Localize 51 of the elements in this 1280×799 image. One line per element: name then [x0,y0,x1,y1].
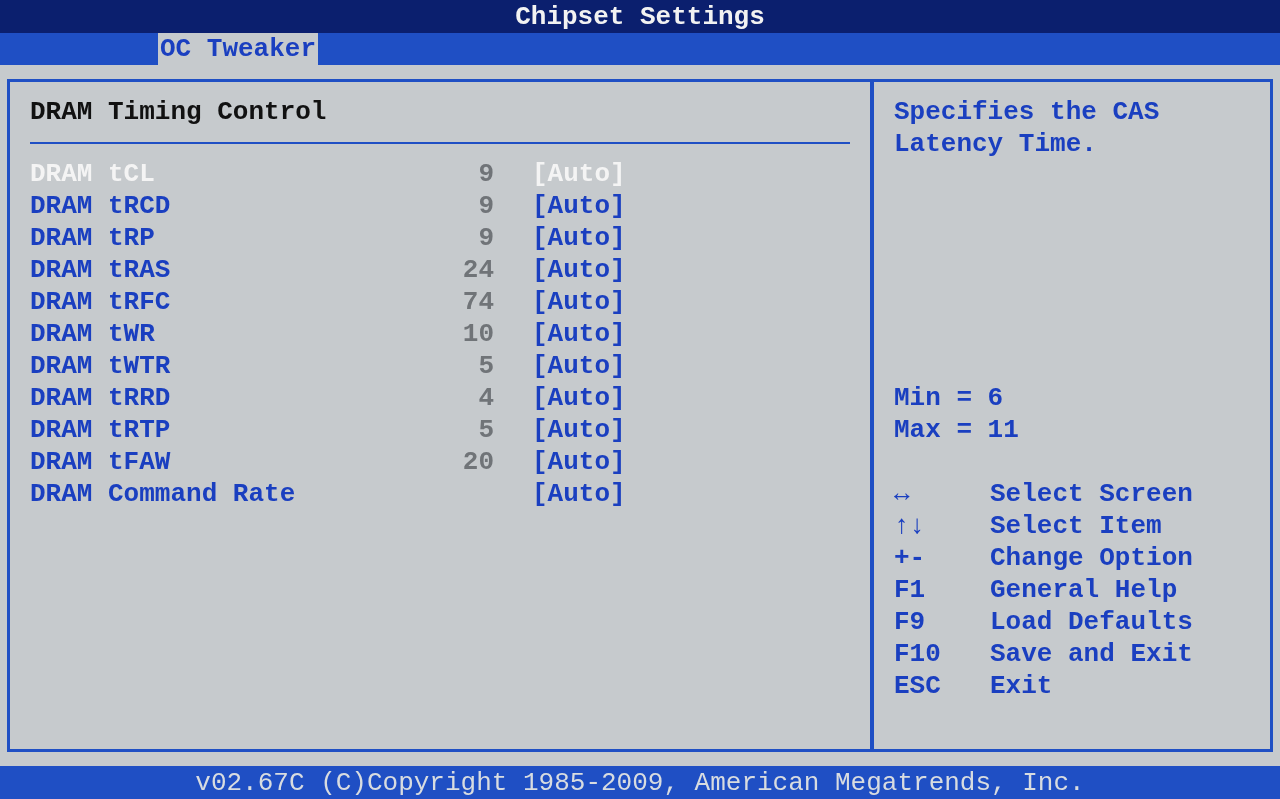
key-action: Save and Exit [990,638,1193,670]
range-text: Max = 11 [894,414,1020,446]
setting-name[interactable]: DRAM tFAW [30,446,410,478]
key-label: ↑↓ [894,510,927,542]
key-action: Select Screen [990,478,1193,510]
setting-name[interactable]: DRAM tRFC [30,286,410,318]
setting-value: 20 [462,447,494,477]
key-action: Load Defaults [990,606,1193,638]
section-heading: DRAM Timing Control [30,96,328,128]
setting-value: 9 [478,159,494,189]
key-label: F1 [894,574,927,606]
key-label: ↔ [894,478,911,510]
setting-option[interactable]: [Auto] [532,318,626,350]
setting-name[interactable]: DRAM Command Rate [30,478,410,510]
setting-option[interactable]: [Auto] [532,222,626,254]
setting-value: 74 [462,287,494,317]
setting-option[interactable]: [Auto] [532,190,626,222]
setting-name[interactable]: DRAM tWR [30,318,410,350]
key-action: Exit [990,670,1053,702]
setting-value: 9 [478,191,494,221]
key-label: +- [894,542,927,574]
setting-value: 10 [462,319,494,349]
setting-value: 9 [478,223,494,253]
help-text: Specifies the CAS Latency Time. [894,96,1161,160]
key-label: F9 [894,606,927,638]
key-action: General Help [990,574,1178,606]
setting-value: 5 [478,351,494,381]
window-title: Chipset Settings [515,1,765,32]
setting-option[interactable]: [Auto] [532,414,626,446]
setting-option[interactable]: [Auto] [532,350,626,382]
setting-name[interactable]: DRAM tWTR [30,350,410,382]
setting-value: 5 [478,415,494,445]
setting-name[interactable]: DRAM tRP [30,222,410,254]
setting-option[interactable]: [Auto] [532,254,626,286]
tab[interactable]: OC Tweaker [158,33,319,65]
copyright-text: v02.67C (C)Copyright 1985-2009, American Megatrends, Inc. [195,767,1085,798]
setting-name[interactable]: DRAM tRAS [30,254,410,286]
setting-option[interactable]: [Auto] [532,478,626,510]
key-action: Select Item [990,510,1162,542]
range-text: Min = 6 [894,382,1005,414]
setting-option[interactable]: [Auto] [532,286,626,318]
setting-option[interactable]: [Auto] [532,382,626,414]
key-label: F10 [894,638,942,670]
setting-value: 4 [478,383,494,413]
key-action: Change Option [990,542,1193,574]
setting-name[interactable]: DRAM tRRD [30,382,410,414]
key-label: ESC [894,670,942,702]
setting-value: 24 [462,255,494,285]
setting-name[interactable]: DRAM tRTP [30,414,410,446]
setting-name[interactable]: DRAM tRCD [30,190,410,222]
setting-option[interactable]: [Auto] [532,446,626,478]
